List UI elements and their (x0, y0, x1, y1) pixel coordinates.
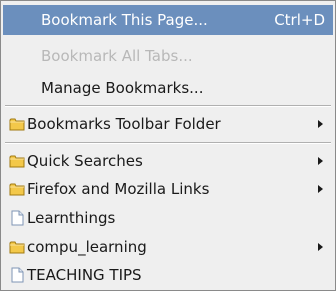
menu-item-label: compu_learning (27, 238, 147, 256)
submenu-arrow-icon (318, 157, 323, 165)
menu-item-compu-learning[interactable]: compu_learning (3, 232, 333, 262)
menu-item-label: TEACHING TIPS (27, 266, 142, 284)
menu-item-label: Bookmark This Page... (41, 11, 208, 29)
menu-item-learnthings[interactable]: Learnthings (3, 203, 333, 233)
menu-item-quick-searches[interactable]: Quick Searches (3, 146, 333, 176)
menu-separator (5, 105, 331, 107)
menu-item-teaching-tips[interactable]: TEACHING TIPS (3, 260, 333, 290)
menu-item-manage-bookmarks[interactable]: Manage Bookmarks... (3, 73, 333, 103)
page-icon (11, 210, 24, 226)
folder-icon (9, 241, 25, 254)
menu-item-firefox-mozilla-links[interactable]: Firefox and Mozilla Links (3, 174, 333, 204)
menu-item-bookmark-all-tabs: Bookmark All Tabs... (3, 41, 333, 71)
menu-item-label: Bookmarks Toolbar Folder (27, 115, 221, 133)
submenu-arrow-icon (318, 185, 323, 193)
folder-icon (9, 118, 25, 131)
menu-item-shortcut: Ctrl+D (274, 11, 325, 29)
menu-item-label: Learnthings (27, 209, 116, 227)
menu-item-label: Bookmark All Tabs... (41, 47, 193, 65)
menu-item-label: Quick Searches (27, 152, 143, 170)
menu-item-bookmarks-toolbar-folder[interactable]: Bookmarks Toolbar Folder (3, 109, 333, 139)
folder-icon (9, 183, 25, 196)
menu-item-label: Firefox and Mozilla Links (27, 180, 210, 198)
menu-separator (5, 142, 331, 144)
menu-item-label: Manage Bookmarks... (41, 79, 204, 97)
page-icon (11, 267, 24, 283)
submenu-arrow-icon (318, 243, 323, 251)
folder-icon (9, 155, 25, 168)
menu-item-bookmark-this-page[interactable]: Bookmark This Page... Ctrl+D (3, 5, 333, 35)
bookmarks-menu: Bookmark This Page... Ctrl+D Bookmark Al… (0, 0, 336, 291)
submenu-arrow-icon (318, 120, 323, 128)
